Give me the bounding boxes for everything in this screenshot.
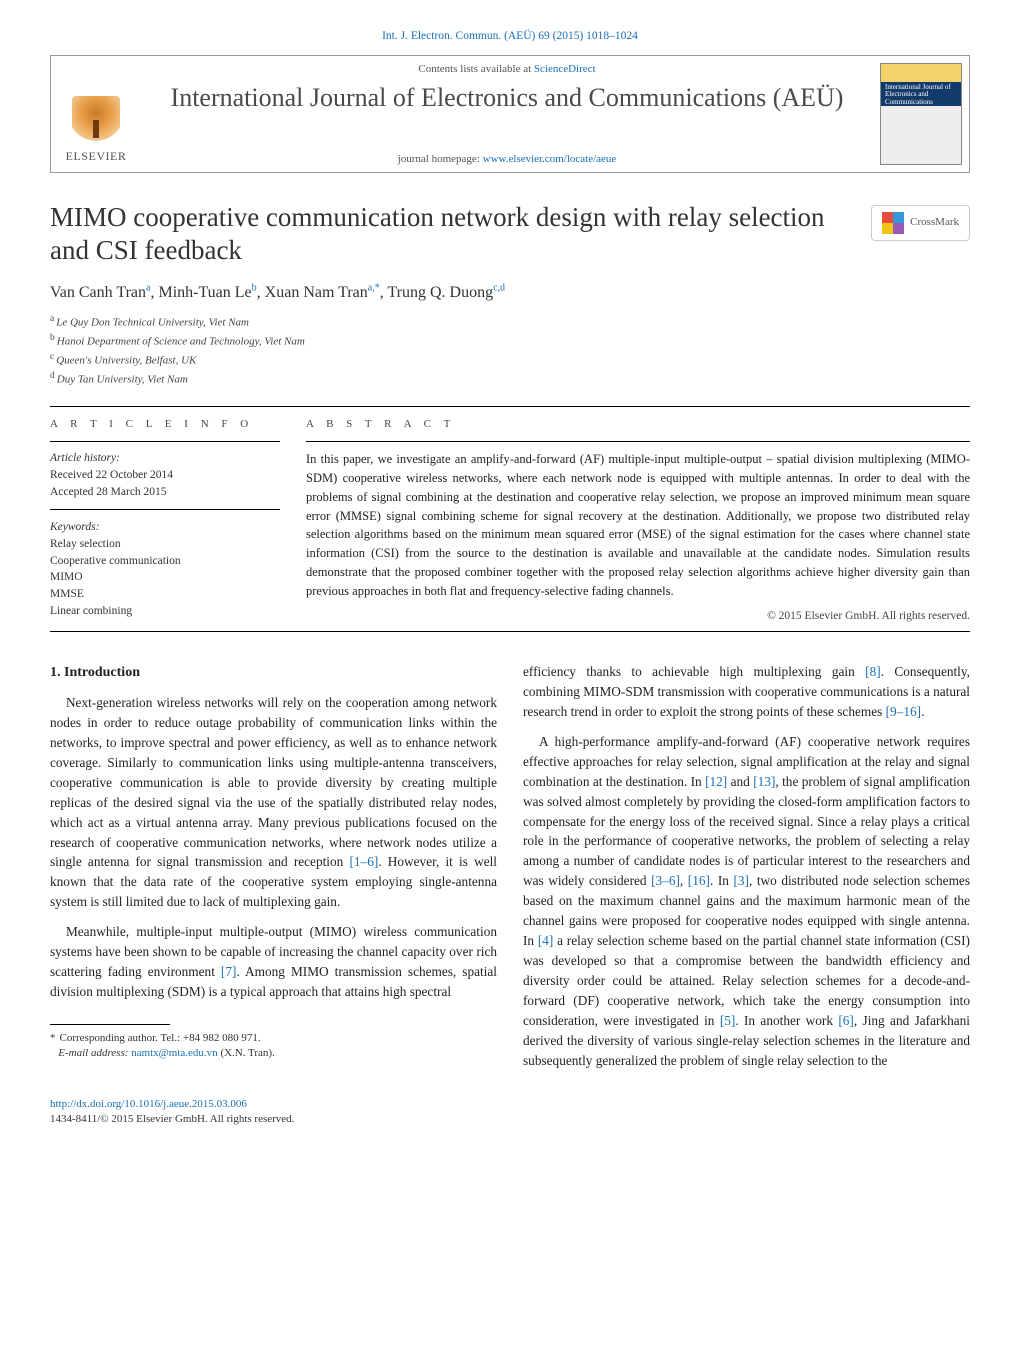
authors-line: Van Canh Trana, Minh-Tuan Leb, Xuan Nam … bbox=[50, 281, 970, 304]
info-inner-rule bbox=[50, 509, 280, 510]
keywords-block: Keywords: Relay selection Cooperative co… bbox=[50, 519, 280, 619]
author-3: Xuan Nam Trana,* bbox=[265, 284, 380, 301]
footnote-rule bbox=[50, 1024, 170, 1025]
keyword-3: MIMO bbox=[50, 571, 83, 583]
ref-link[interactable]: [3] bbox=[733, 873, 749, 888]
ref-link[interactable]: [3–6] bbox=[651, 873, 680, 888]
accepted-line: Accepted 28 March 2015 bbox=[50, 486, 167, 498]
banner-center: Contents lists available at ScienceDirec… bbox=[141, 56, 873, 172]
history-label: Article history: bbox=[50, 452, 120, 464]
affiliation-a: aLe Quy Don Technical University, Viet N… bbox=[50, 312, 970, 331]
ref-link[interactable]: [8] bbox=[865, 664, 881, 679]
para-4: A high-performance amplify-and-forward (… bbox=[523, 732, 970, 1071]
email-label: E-mail address: bbox=[58, 1047, 131, 1059]
para-1: Next-generation wireless networks will r… bbox=[50, 693, 497, 912]
doi-block: http://dx.doi.org/10.1016/j.aeue.2015.03… bbox=[50, 1097, 970, 1128]
article-info-column: a r t i c l e i n f o Article history: R… bbox=[50, 407, 280, 625]
keyword-4: MMSE bbox=[50, 588, 84, 600]
journal-name: International Journal of Electronics and… bbox=[151, 83, 863, 113]
homepage-line: journal homepage: www.elsevier.com/locat… bbox=[151, 152, 863, 168]
ref-link[interactable]: [7] bbox=[221, 964, 237, 979]
affiliation-d: dDuy Tan University, Viet Nam bbox=[50, 369, 970, 388]
author-2: Minh-Tuan Leb bbox=[158, 284, 256, 301]
elsevier-tree-icon bbox=[72, 96, 120, 144]
affiliation-c: cQueen's University, Belfast, UK bbox=[50, 350, 970, 369]
ref-link[interactable]: [1–6] bbox=[349, 854, 378, 869]
contents-line: Contents lists available at ScienceDirec… bbox=[151, 62, 863, 78]
homepage-prefix: journal homepage: bbox=[398, 153, 483, 165]
doi-link[interactable]: http://dx.doi.org/10.1016/j.aeue.2015.03… bbox=[50, 1098, 247, 1110]
ref-link[interactable]: [12] bbox=[705, 774, 727, 789]
crossmark-label: CrossMark bbox=[910, 215, 959, 231]
abstract-column: a b s t r a c t In this paper, we invest… bbox=[306, 407, 970, 625]
rule-below-abstract bbox=[50, 631, 970, 632]
corr-email-link[interactable]: namtx@mta.edu.vn bbox=[131, 1047, 218, 1059]
running-citation: Int. J. Electron. Commun. (AEÜ) 69 (2015… bbox=[50, 28, 970, 45]
corr-author-text: Corresponding author. Tel.: +84 982 080 … bbox=[60, 1032, 261, 1044]
keywords-label: Keywords: bbox=[50, 519, 280, 536]
elsevier-wordmark: ELSEVIER bbox=[61, 148, 131, 165]
keyword-5: Linear combining bbox=[50, 605, 132, 617]
ref-link[interactable]: [6] bbox=[838, 1013, 854, 1028]
email-owner: (X.N. Tran). bbox=[218, 1047, 275, 1059]
body-two-columns: 1. Introduction Next-generation wireless… bbox=[50, 662, 970, 1081]
author-4: Trung Q. Duongc,d bbox=[387, 284, 505, 301]
ref-link[interactable]: [5] bbox=[720, 1013, 736, 1028]
cover-title-text: International Journal of Electronics and… bbox=[885, 84, 957, 107]
affiliations: aLe Quy Don Technical University, Viet N… bbox=[50, 312, 970, 389]
crossmark-icon bbox=[882, 212, 904, 234]
ref-link[interactable]: [9–16] bbox=[886, 704, 921, 719]
footnote-star-icon: * bbox=[50, 1032, 56, 1044]
journal-homepage-link[interactable]: www.elsevier.com/locate/aeue bbox=[483, 153, 617, 165]
crossmark-badge[interactable]: CrossMark bbox=[871, 205, 970, 241]
section-1-heading: 1. Introduction bbox=[50, 662, 497, 683]
article-info-heading: a r t i c l e i n f o bbox=[50, 407, 280, 442]
abstract-copyright: © 2015 Elsevier GmbH. All rights reserve… bbox=[306, 608, 970, 625]
ref-link[interactable]: [13] bbox=[753, 774, 775, 789]
keyword-2: Cooperative communication bbox=[50, 555, 181, 567]
keyword-1: Relay selection bbox=[50, 538, 121, 550]
journal-banner: ELSEVIER Contents lists available at Sci… bbox=[50, 55, 970, 173]
ref-link[interactable]: [16] bbox=[688, 873, 710, 888]
received-line: Received 22 October 2014 bbox=[50, 469, 173, 481]
publisher-logo-box: ELSEVIER bbox=[51, 56, 141, 172]
affiliation-b: bHanoi Department of Science and Technol… bbox=[50, 331, 970, 350]
ref-link[interactable]: [4] bbox=[538, 933, 554, 948]
journal-cover-thumb: International Journal of Electronics and… bbox=[880, 63, 962, 165]
author-1: Van Canh Trana bbox=[50, 284, 150, 301]
corresponding-author-footnote: * Corresponding author. Tel.: +84 982 080… bbox=[50, 1031, 497, 1062]
para-3: efficiency thanks to achievable high mul… bbox=[523, 662, 970, 722]
elsevier-logo: ELSEVIER bbox=[61, 96, 131, 165]
article-history: Article history: Received 22 October 201… bbox=[50, 450, 280, 500]
abstract-heading: a b s t r a c t bbox=[306, 407, 970, 442]
abstract-text: In this paper, we investigate an amplify… bbox=[306, 450, 970, 600]
issn-copyright-line: 1434-8411/© 2015 Elsevier GmbH. All righ… bbox=[50, 1113, 294, 1125]
para-2: Meanwhile, multiple-input multiple-outpu… bbox=[50, 922, 497, 1002]
banner-cover-box: International Journal of Electronics and… bbox=[873, 56, 969, 172]
sciencedirect-link[interactable]: ScienceDirect bbox=[534, 63, 596, 75]
article-title: MIMO cooperative communication network d… bbox=[50, 201, 830, 267]
contents-prefix: Contents lists available at bbox=[418, 63, 533, 75]
